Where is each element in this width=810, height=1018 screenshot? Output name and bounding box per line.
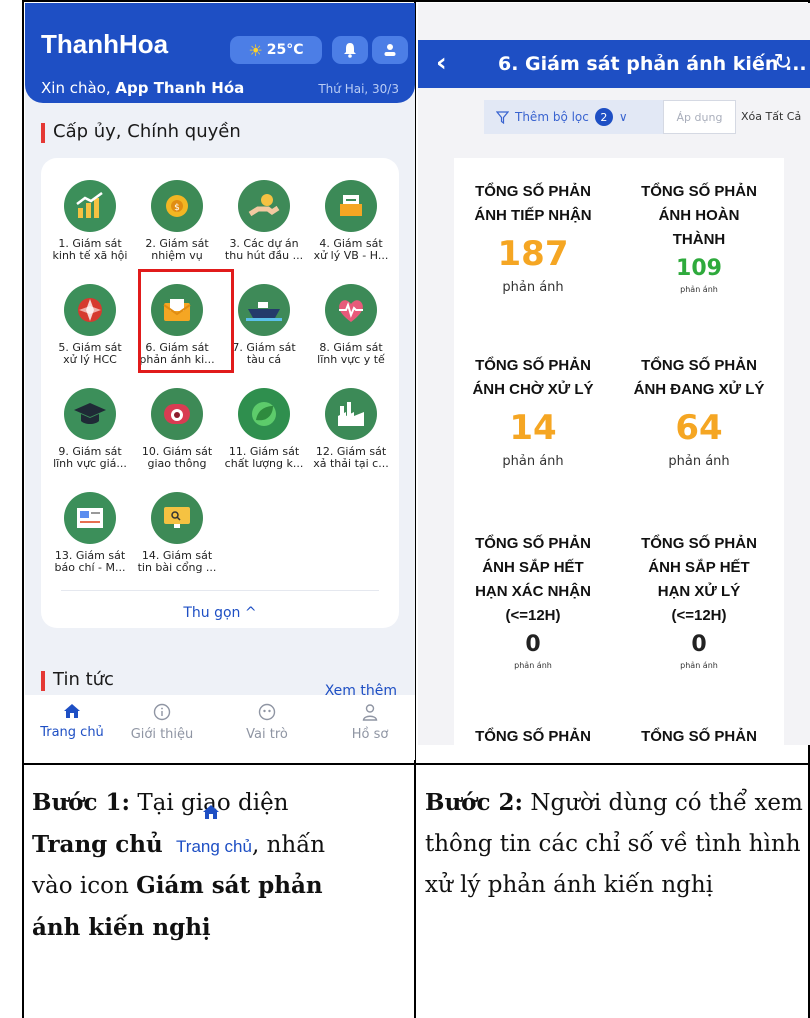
app-tile-portal-news[interactable]: 14. Giám sát tin bài cổng ...	[134, 492, 220, 574]
stat-confirm-deadline-value: 0	[525, 632, 541, 657]
stats-card: TỔNG SỐ PHẢN ÁNH TIẾP NHẬN 187 phản ánh …	[454, 158, 784, 745]
section-title: Cấp ủy, Chính quyền	[53, 121, 241, 142]
stat-pending-value: 14	[509, 408, 557, 448]
admin-service-icon	[78, 298, 102, 322]
app-tile-hcc[interactable]: 5. Giám sát xử lý HCC	[47, 284, 133, 366]
refresh-button[interactable]: ↻	[774, 50, 792, 75]
clear-all-button[interactable]: Xóa Tất Cả	[741, 110, 801, 123]
highlight-box	[138, 269, 234, 373]
tab-home[interactable]: Trang chủ	[27, 703, 117, 740]
app-tile-tasks[interactable]: $ 2. Giám sát nhiệm vụ	[134, 180, 220, 262]
app-tile-health[interactable]: 8. Giám sát lĩnh vực y tế	[308, 284, 394, 366]
app-tile-environment[interactable]: 11. Giám sát chất lượng k...	[221, 388, 307, 470]
stat-processing-value: 64	[675, 408, 723, 448]
app-tile-discharge[interactable]: 12. Giám sát xả thải tại c...	[308, 388, 394, 470]
stat-more-right: TỔNG SỐ PHẢN	[641, 728, 757, 745]
svg-text:$: $	[174, 203, 180, 213]
stat-process-deadline: TỔNG SỐ PHẢN ÁNH SẮP HẾT HẠN XỬ LÝ (<=12…	[624, 532, 774, 670]
app-tile-documents[interactable]: 4. Giám sát xử lý VB - H...	[308, 180, 394, 262]
news-marker	[41, 671, 45, 691]
refresh-icon: ↻	[773, 50, 792, 75]
home-screen: ThanhHoa ☀ 25°C Xin chào, App Thanh Hóa …	[25, 3, 415, 760]
feedback-header: ‹ 6. Giám sát phản ánh kiến ... ↻	[418, 40, 810, 88]
app-tile-economy[interactable]: 1. Giám sát kinh tế xã hội	[47, 180, 133, 262]
ship-icon	[246, 302, 282, 321]
app-grid: 1. Giám sát kinh tế xã hội $ 2. Giám sát…	[41, 158, 399, 628]
chart-growth-icon	[76, 192, 103, 218]
screen-title: 6. Giám sát phản ánh kiến ...	[498, 53, 807, 75]
home-header: ThanhHoa ☀ 25°C Xin chào, App Thanh Hóa …	[25, 3, 415, 103]
back-button[interactable]: ‹	[436, 48, 447, 78]
heartbeat-icon	[339, 300, 363, 322]
stat-completed-value: 109	[676, 256, 722, 281]
bell-icon	[344, 43, 356, 58]
leaf-icon	[252, 402, 276, 426]
stat-received: TỔNG SỐ PHẢN ÁNH TIẾP NHẬN 187 phản ánh	[458, 180, 608, 295]
bottom-tab-bar: Trang chủ Giới thiệu Vai trò Hồ sơ	[25, 695, 415, 760]
filter-icon	[496, 110, 509, 124]
step2-label: Bước 2:	[425, 789, 524, 816]
current-date: Thứ Hai, 30/3	[318, 82, 399, 96]
filter-button[interactable]: Thêm bộ lọc 2 ∨	[484, 100, 664, 134]
stat-completed: TỔNG SỐ PHẢN ÁNH HOÀN THÀNH 109 phản ánh	[624, 180, 774, 294]
step1-home-bold: Trang chủ	[32, 831, 163, 858]
greeting-name: App Thanh Hóa	[115, 79, 245, 97]
app-title: ThanhHoa	[41, 29, 169, 59]
role-icon	[258, 703, 276, 721]
stat-pending: TỔNG SỐ PHẢN ÁNH CHỜ XỬ LÝ 14 phản ánh	[458, 354, 608, 469]
newspaper-icon	[77, 508, 103, 528]
home-icon	[64, 704, 80, 718]
tab-about[interactable]: Giới thiệu	[117, 703, 207, 742]
table-border-left	[22, 0, 24, 1018]
chevron-down-icon: ∨	[618, 110, 628, 124]
news-title: Tin tức	[53, 669, 114, 690]
app-tile-press[interactable]: 13. Giám sát báo chí - M...	[47, 492, 133, 574]
home-tab-inline: Trang chủ	[176, 805, 252, 867]
documents-icon	[340, 195, 362, 216]
temperature: 25°C	[266, 42, 304, 58]
camera-icon	[164, 404, 190, 424]
section-marker	[41, 123, 45, 143]
stat-received-value: 187	[497, 234, 569, 274]
stat-process-deadline-value: 0	[691, 632, 707, 657]
factory-icon	[338, 402, 364, 426]
weather-badge[interactable]: ☀ 25°C	[230, 36, 322, 64]
table-border-top	[22, 0, 810, 2]
coin-gear-icon: $	[166, 195, 188, 217]
sun-icon: ☀	[248, 40, 263, 60]
home-icon	[203, 805, 220, 819]
step1-label: Bước 1:	[32, 789, 131, 816]
collapse-button[interactable]: Thu gọn ^	[41, 605, 399, 621]
greeting: Xin chào, App Thanh Hóa	[41, 79, 245, 97]
feedback-screen: ‹ 6. Giám sát phản ánh kiến ... ↻ Thêm b…	[418, 3, 810, 745]
notification-button[interactable]	[332, 36, 368, 64]
apply-button[interactable]: Áp dụng	[663, 100, 736, 134]
step2-caption: Bước 2: Người dùng có thể xem thông tin …	[425, 782, 807, 906]
grid-divider	[61, 590, 379, 591]
tab-role[interactable]: Vai trò	[222, 703, 312, 742]
monitor-icon	[164, 507, 190, 528]
info-icon	[153, 703, 171, 721]
app-tile-investment[interactable]: 3. Các dự án thu hút đầu ...	[221, 180, 307, 262]
hand-coin-icon	[248, 194, 280, 217]
account-button[interactable]	[372, 36, 408, 64]
stat-processing: TỔNG SỐ PHẢN ÁNH ĐANG XỬ LÝ 64 phản ánh	[624, 354, 774, 469]
filter-label: Thêm bộ lọc	[515, 110, 589, 124]
profile-icon	[362, 704, 378, 721]
step1-caption: Bước 1: Tại giao diện Trang chủ Trang ch…	[32, 789, 326, 941]
filter-count-badge: 2	[594, 108, 613, 126]
tab-profile[interactable]: Hồ sơ	[325, 703, 415, 742]
graduation-cap-icon	[74, 403, 106, 424]
app-tile-education[interactable]: 9. Giám sát lĩnh vực giá...	[47, 388, 133, 470]
stat-confirm-deadline: TỔNG SỐ PHẢN ÁNH SẮP HẾT HẠN XÁC NHẬN (<…	[458, 532, 608, 670]
table-row-divider	[22, 763, 810, 765]
user-icon	[384, 44, 396, 56]
app-tile-traffic[interactable]: 10. Giám sát giao thông	[134, 388, 220, 470]
stat-more-left: TỔNG SỐ PHẢN	[475, 728, 591, 745]
